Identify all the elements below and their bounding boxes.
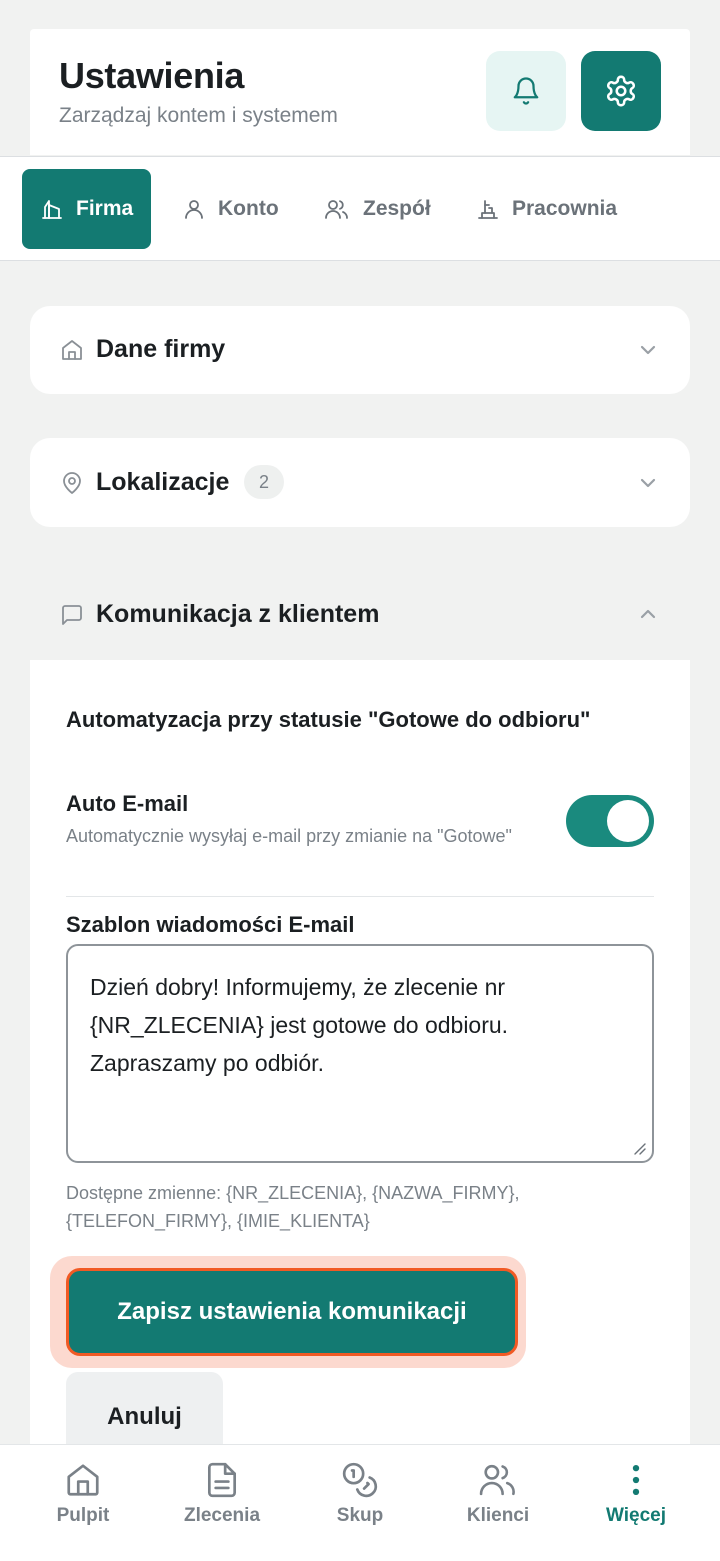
toggle-knob bbox=[607, 800, 649, 842]
nav-item-pulpit[interactable]: Pulpit bbox=[11, 1461, 155, 1527]
communication-panel: Automatyzacja przy statusie "Gotowe do o… bbox=[30, 660, 690, 1462]
section-title: Komunikacja z klientem bbox=[96, 600, 380, 628]
users-icon bbox=[323, 197, 351, 221]
save-communication-button[interactable]: Zapisz ustawienia komunikacji bbox=[66, 1268, 518, 1356]
chevron-down-icon[interactable] bbox=[636, 340, 660, 360]
page-header: Ustawienia Zarządzaj kontem i systemem bbox=[30, 29, 690, 155]
tab-pracownia[interactable]: Pracownia bbox=[476, 169, 617, 249]
page-subtitle: Zarządzaj kontem i systemem bbox=[59, 104, 338, 127]
email-template-textarea[interactable]: Dzień dobry! Informujemy, że zlecenie nr… bbox=[66, 944, 654, 1163]
nav-item-wiecej[interactable]: Więcej bbox=[564, 1461, 708, 1527]
locations-count-badge: 2 bbox=[244, 465, 284, 499]
home-icon bbox=[64, 1461, 102, 1499]
settings-tabs: Firma Konto Zespół Pracownia bbox=[0, 156, 720, 261]
tab-label: Zespół bbox=[363, 197, 431, 220]
page-title: Ustawienia bbox=[59, 55, 245, 96]
template-label: Szablon wiadomości E-mail bbox=[66, 912, 355, 937]
gear-icon bbox=[604, 74, 638, 108]
chevron-down-icon[interactable] bbox=[636, 473, 660, 493]
section-title: Dane firmy bbox=[96, 335, 226, 363]
tab-label: Konto bbox=[218, 197, 279, 220]
bell-icon bbox=[511, 75, 541, 107]
tab-label: Pracownia bbox=[512, 197, 618, 220]
nav-item-klienci[interactable]: Klienci bbox=[426, 1461, 570, 1527]
map-pin-icon bbox=[60, 470, 84, 496]
nav-label: Pulpit bbox=[56, 1505, 110, 1526]
bottom-navigation: Pulpit Zlecenia Skup Klienci Więcej bbox=[0, 1444, 720, 1561]
message-icon bbox=[60, 603, 84, 627]
tab-konto[interactable]: Konto bbox=[182, 169, 279, 249]
document-icon bbox=[203, 1461, 241, 1499]
coins-icon bbox=[341, 1461, 379, 1499]
home-icon bbox=[60, 338, 84, 362]
divider bbox=[66, 896, 654, 897]
nav-label: Zlecenia bbox=[183, 1505, 261, 1526]
nav-label: Skup bbox=[336, 1505, 384, 1526]
more-vertical-icon bbox=[617, 1461, 655, 1499]
nav-item-zlecenia[interactable]: Zlecenia bbox=[150, 1461, 294, 1527]
nav-item-skup[interactable]: Skup bbox=[288, 1461, 432, 1527]
auto-email-toggle[interactable] bbox=[566, 795, 654, 847]
tab-zespol[interactable]: Zespół bbox=[323, 169, 431, 249]
settings-button[interactable] bbox=[581, 51, 661, 131]
template-text: Dzień dobry! Informujemy, że zlecenie nr… bbox=[90, 974, 509, 1076]
building-icon bbox=[40, 197, 64, 221]
resize-grip-icon[interactable] bbox=[632, 1141, 646, 1155]
workshop-icon bbox=[476, 197, 500, 221]
auto-email-description: Automatycznie wysyłaj e-mail przy zmiani… bbox=[66, 826, 512, 846]
nav-label: Klienci bbox=[466, 1505, 530, 1526]
company-data-section[interactable]: Dane firmy bbox=[30, 306, 690, 394]
user-icon bbox=[182, 197, 206, 221]
tab-firma[interactable]: Firma bbox=[22, 169, 152, 249]
notifications-button[interactable] bbox=[486, 51, 566, 131]
variables-hint: Dostępne zmienne: {NR_ZLECENIA}, {NAZWA_… bbox=[66, 1183, 520, 1231]
section-title: Lokalizacje bbox=[96, 468, 230, 496]
auto-email-label: Auto E-mail bbox=[66, 791, 189, 816]
communication-section-header[interactable]: Komunikacja z klientem bbox=[30, 568, 690, 660]
chevron-up-icon[interactable] bbox=[636, 604, 660, 624]
nav-label: Więcej bbox=[605, 1505, 667, 1526]
tab-label: Firma bbox=[76, 197, 134, 220]
locations-section[interactable]: Lokalizacje 2 bbox=[30, 438, 690, 527]
users-icon bbox=[478, 1461, 518, 1499]
automation-heading: Automatyzacja przy statusie "Gotowe do o… bbox=[66, 707, 591, 732]
